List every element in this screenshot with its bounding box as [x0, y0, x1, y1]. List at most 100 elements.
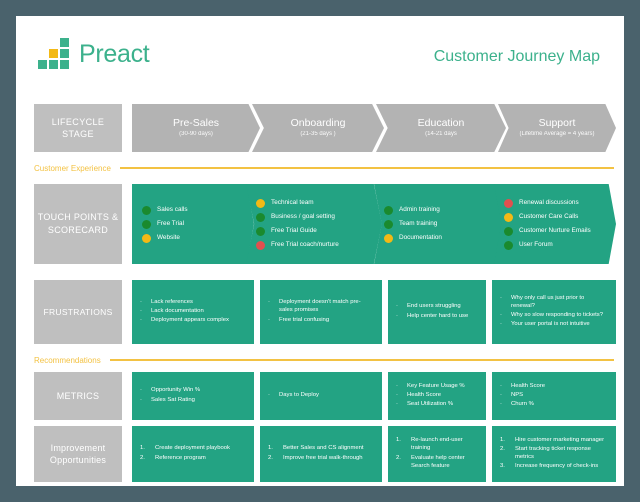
list-item: · Seat Utilization %	[396, 401, 454, 408]
stage-chevron-3[interactable]: Support (Lifetime Average = 4 years)	[498, 104, 616, 152]
list-item: · End users struggling	[396, 303, 461, 310]
status-dot-green	[504, 240, 513, 250]
stage-duration: (14-21 days	[425, 131, 457, 138]
stage-name: Onboarding	[290, 116, 346, 129]
bullet-icon: ·	[500, 312, 502, 318]
touchpoint-label: Team training	[399, 220, 438, 228]
stage-chevron-2[interactable]: Education (14-21 days	[376, 104, 506, 152]
status-dot-yellow	[384, 233, 393, 243]
list-item: · Why so slow responding to tickets?	[500, 312, 604, 318]
list-item: Free Trial	[142, 219, 246, 229]
touchpoint-label: Business / goal setting	[271, 213, 335, 221]
list-item: Customer Nurture Emails	[504, 226, 608, 236]
bullet-icon: ·	[396, 401, 398, 408]
row-label-touchpoints: TOUCH POINTS & SCORECARD	[34, 184, 122, 264]
list-number: 2.	[268, 454, 273, 461]
metrics-cell-support[interactable]: · Health Score · NPS · Churn %	[492, 372, 616, 420]
frustrations-cell-onboarding[interactable]: · Deployment doesn't match pre-sales prom…	[260, 280, 382, 344]
list-item: · Sales Sat Rating	[140, 396, 195, 403]
metrics-cell-education[interactable]: · Key Feature Usage % · Health Score · Seat…	[388, 372, 486, 420]
frustrations-row: FRUSTRATIONS · Lack references · Lack docu…	[16, 280, 624, 344]
bullet-icon: ·	[396, 392, 398, 399]
list-item: Customer Care Calls	[504, 212, 608, 222]
bullet-icon: ·	[396, 312, 398, 319]
list-item: Technical team	[256, 198, 374, 208]
status-dot-yellow	[142, 233, 151, 243]
touchpoints-cell-onboarding[interactable]: Technical team Business / goal setting F…	[246, 184, 382, 264]
bullet-icon: ·	[500, 382, 502, 389]
status-dot-green	[256, 226, 265, 236]
list-item: 1. Create deployment playbook	[140, 445, 230, 452]
bullet-icon: ·	[268, 392, 270, 399]
list-item: · Why only call us just prior to renewal?	[500, 294, 585, 309]
bullet-icon: ·	[268, 299, 270, 306]
stage-chevron-0[interactable]: Pre-Sales (30-90 days)	[132, 104, 260, 152]
list-item: 2. Evaluate help center Search feature	[396, 454, 465, 469]
bullet-icon: ·	[396, 303, 398, 310]
list-number: 2.	[500, 446, 505, 453]
list-item: · Opportunity Win %	[140, 387, 201, 394]
touchpoint-label: Free Trial coach/nurture	[271, 241, 339, 249]
band-recommendations: Recommendations	[34, 354, 614, 366]
page-header: Preact Customer Journey Map	[16, 16, 624, 88]
touchpoint-label: Documentation	[399, 234, 442, 242]
status-dot-green	[384, 219, 393, 229]
list-item: · Days to Deploy	[268, 392, 319, 399]
preact-squares-logo	[38, 38, 72, 70]
status-dot-green	[256, 212, 265, 222]
improvements-cell-onboarding[interactable]: 1. Better Sales and CS alignment 2. Improv…	[260, 426, 382, 482]
stage-chevron-1[interactable]: Onboarding (21-35 days )	[252, 104, 384, 152]
touchpoints-row: TOUCH POINTS & SCORECARD Sales calls Fre…	[16, 184, 624, 264]
bullet-icon: ·	[500, 401, 502, 408]
improvements-cell-pre-sales[interactable]: 1. Create deployment playbook 2. Reference…	[132, 426, 254, 482]
band-label: Recommendations	[34, 355, 101, 365]
row-label-frustrations: FRUSTRATIONS	[34, 280, 122, 344]
band-customer-experience: Customer Experience	[34, 162, 614, 174]
list-item: Business / goal setting	[256, 212, 374, 222]
bullet-icon: ·	[140, 308, 142, 315]
touchpoint-label: Admin training	[399, 206, 440, 214]
list-item: Free Trial Guide	[256, 226, 374, 236]
list-item: 1. Better Sales and CS alignment	[268, 445, 364, 452]
list-item: 1. Hire customer marketing manager	[500, 436, 605, 443]
improvements-cell-support[interactable]: 1. Hire customer marketing manager 2. Star…	[492, 426, 616, 482]
improvements-row: Improvement Opportunities 1. Create deplo…	[16, 426, 624, 482]
frustrations-cell-pre-sales[interactable]: · Lack references · Lack documentation · De…	[132, 280, 254, 344]
list-item: · Health Score	[396, 392, 442, 399]
band-rule	[109, 359, 614, 361]
frustrations-cell-education[interactable]: · End users struggling · Help center hard …	[388, 280, 486, 344]
row-label-improvements: Improvement Opportunities	[34, 426, 122, 482]
touchpoints-cell-support[interactable]: Renewal discussions Customer Care Calls …	[494, 184, 616, 264]
list-item: Documentation	[384, 233, 496, 243]
list-item: · Deployment appears complex	[140, 317, 229, 324]
status-dot-red	[504, 198, 513, 208]
touchpoints-cell-education[interactable]: Admin training Team training Documentati…	[374, 184, 504, 264]
list-item: Renewal discussions	[504, 198, 608, 208]
journey-map-card: Preact Customer Journey Map LIFECYCLE ST…	[16, 16, 624, 486]
band-label: Customer Experience	[34, 163, 111, 173]
row-label-metrics: METRICS	[34, 372, 122, 420]
list-number: 1.	[268, 445, 273, 452]
list-item: · Key Feature Usage %	[396, 382, 465, 389]
stage-name: Education	[417, 116, 465, 129]
list-item: 2. Reference program	[140, 454, 206, 461]
status-dot-green	[384, 205, 393, 215]
list-item: · Health Score	[500, 382, 546, 389]
status-dot-yellow	[256, 198, 265, 208]
list-item: User Forum	[504, 240, 608, 250]
touchpoint-label: Customer Care Calls	[519, 213, 579, 221]
improvements-cell-education[interactable]: 1. Re-launch end-user training 2. Evaluate…	[388, 426, 486, 482]
list-number: 2.	[396, 454, 401, 461]
touchpoints-cell-pre-sales[interactable]: Sales calls Free Trial Website	[132, 184, 254, 264]
frustrations-cell-support[interactable]: · Why only call us just prior to renewal?…	[492, 280, 616, 344]
status-dot-green	[142, 205, 151, 215]
list-item: · Your user portal is not intuitive	[500, 321, 590, 328]
stage-duration: (30-90 days)	[179, 131, 213, 138]
metrics-cell-onboarding[interactable]: · Days to Deploy	[260, 372, 382, 420]
list-item: 3. Increase frequency of check-ins	[500, 463, 599, 470]
list-item: · Help center hard to use	[396, 312, 469, 319]
metrics-cell-pre-sales[interactable]: · Opportunity Win % · Sales Sat Rating	[132, 372, 254, 420]
list-item: · Lack documentation	[140, 308, 204, 315]
list-item: 2. Improve free trial walk-through	[268, 454, 363, 461]
brand-name: Preact	[79, 39, 150, 68]
